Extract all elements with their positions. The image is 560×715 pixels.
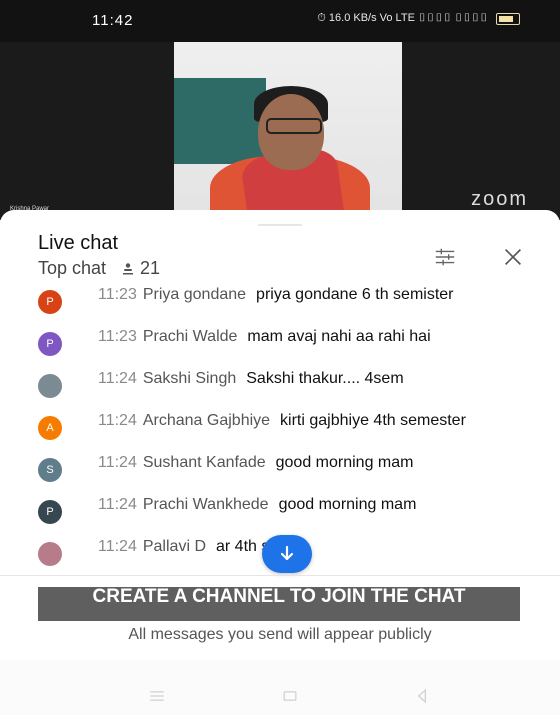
avatar: P: [38, 500, 62, 524]
message-body: kirti gajbhiye 4th semester: [280, 412, 466, 429]
live-chat-panel: Live chat Top chat 21 P 11:23 Priya gond…: [0, 210, 560, 715]
avatar: P: [38, 332, 62, 356]
chat-mode-row[interactable]: Top chat 21: [38, 258, 160, 279]
navigation-bar: [0, 660, 560, 715]
message-time: 11:24: [98, 412, 137, 429]
status-bar: 11:42 ⏱ 16.0 KB/s Vo LTE ▯▯▯▯ ▯▯▯▯: [0, 0, 560, 42]
message-time: 11:23: [98, 286, 137, 303]
message-author: Sakshi Singh: [142, 370, 237, 387]
message-time: 11:24: [98, 370, 137, 387]
message-text: 11:24 Archana Gajbhiye kirti gajbhiye 4th …: [98, 411, 528, 430]
board-background: [174, 78, 266, 164]
message-time: 11:24: [98, 538, 137, 555]
message-author: Pallavi D: [142, 538, 206, 555]
video-area: Krishna Pawar zoom: [0, 42, 560, 220]
message-text: 11:24 Pallavi Dar 4th sem: [98, 537, 528, 556]
battery-icon: [496, 12, 520, 25]
avatar: A: [38, 416, 62, 440]
message-time: 11:24: [98, 496, 137, 513]
viewers-icon: [123, 262, 134, 274]
filter-icon[interactable]: [432, 244, 458, 270]
divider: [0, 575, 560, 576]
home-icon[interactable]: [278, 684, 302, 708]
sheet-handle[interactable]: [258, 224, 302, 226]
message-time: 11:23: [98, 328, 137, 345]
arrow-down-icon: [280, 545, 294, 561]
message-text: 11:24 Sakshi Singh Sakshi thakur.... 4sem: [98, 369, 528, 388]
viewer-count: 21: [120, 258, 160, 279]
message-author: Sushant Kanfade: [142, 454, 266, 471]
message-body: priya gondane 6 th semister: [256, 286, 454, 303]
chat-header-actions: [432, 244, 526, 270]
message-body: mam avaj nahi aa rahi hai: [247, 328, 431, 345]
message-text: 11:23 Prachi Walde mam avaj nahi aa rahi h…: [98, 327, 528, 346]
zoom-logo: zoom: [471, 188, 528, 210]
avatar: [38, 374, 62, 398]
public-note: All messages you send will appear public…: [128, 626, 432, 643]
message-text: 11:24 Sushant Kanfade good morning mam: [98, 453, 528, 472]
speaker-glasses: [266, 118, 322, 134]
message-text: 11:24 Prachi Wankhede good morning mam: [98, 495, 528, 514]
chat-messages[interactable]: P 11:23 Priya gondane priya gondane 6 th s…: [0, 285, 560, 575]
chat-title: Live chat: [38, 232, 119, 254]
message-body: Sakshi thakur.... 4sem: [246, 370, 404, 387]
scroll-to-bottom-button[interactable]: [262, 535, 312, 573]
back-icon[interactable]: [410, 684, 434, 708]
menu-icon[interactable]: [145, 684, 169, 708]
message-time: 11:24: [98, 454, 137, 471]
message-author: Archana Gajbhiye: [142, 412, 271, 429]
close-icon[interactable]: [500, 244, 526, 270]
message-text: 11:23 Priya gondane priya gondane 6 th sem…: [98, 285, 528, 304]
avatar: P: [38, 290, 62, 314]
camera-feed: [174, 42, 402, 220]
create-channel-button[interactable]: CREATE A CHANNEL TO JOIN THE CHAT: [38, 587, 520, 621]
message-body: good morning mam: [278, 496, 417, 513]
message-author: Priya gondane: [142, 286, 247, 303]
chat-mode[interactable]: Top chat: [38, 258, 106, 279]
viewer-count-value: 21: [140, 258, 161, 278]
message-author: Prachi Wankhede: [142, 496, 269, 513]
avatar: S: [38, 458, 62, 482]
message-body: good morning mam: [275, 454, 414, 471]
status-time: 11:42: [92, 12, 134, 29]
message-author: Prachi Walde: [142, 328, 238, 345]
avatar: [38, 542, 62, 566]
status-icons-text: ⏱ 16.0 KB/s Vo LTE ▯▯▯▯ ▯▯▯▯: [317, 12, 488, 24]
status-icons: ⏱ 16.0 KB/s Vo LTE ▯▯▯▯ ▯▯▯▯: [317, 12, 520, 25]
